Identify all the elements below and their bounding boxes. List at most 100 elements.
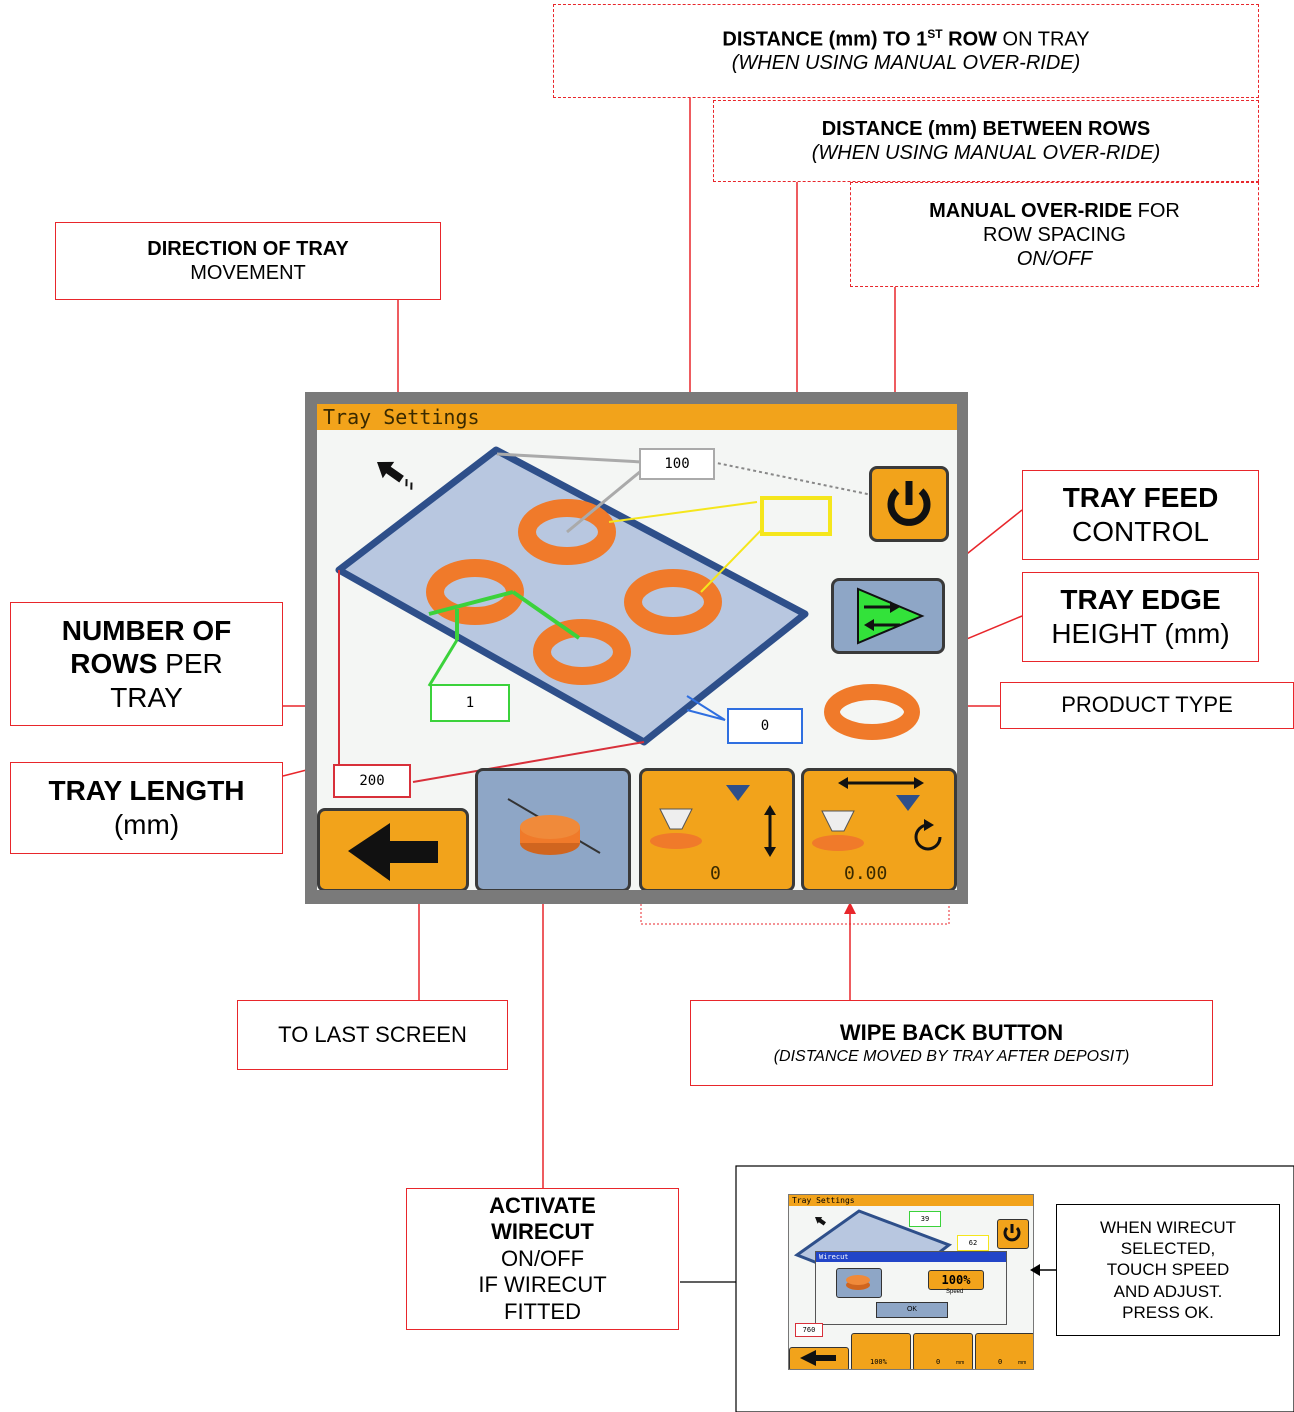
inset-screen: Tray Settings 39 62 Wirecut 100% Speed O… <box>788 1194 1034 1370</box>
callout-tray-feed: TRAY FEED CONTROL <box>1022 470 1259 560</box>
inset-unit-2: mm <box>956 1360 965 1366</box>
callout-first-row-bold2: ROW <box>942 28 997 51</box>
hmi-screen: Tray Settings 100 1 0 200 0 0.00 <box>317 404 957 890</box>
callout-wipe-back-bold: WIPE BACK BUTTON <box>839 1020 1064 1046</box>
tray-length-value: 200 <box>359 773 385 789</box>
back-button[interactable] <box>317 808 469 890</box>
callout-tray-feed-bold: TRAY FEED <box>1062 482 1219 514</box>
inset-dialog-title: Wirecut <box>816 1252 1006 1262</box>
callout-wipe-back: WIPE BACK BUTTON (DISTANCE MOVED BY TRAY… <box>690 1000 1213 1086</box>
first-row-distance-value: 100 <box>664 456 690 472</box>
product-type-ring <box>824 684 920 740</box>
inset-ok-button[interactable]: OK <box>876 1302 948 1318</box>
inset-bottom-value-2: 0 <box>936 1358 941 1366</box>
callout-manual-override-line2: ROW SPACING <box>983 223 1126 246</box>
callout-first-row-normal: ON TRAY <box>997 28 1090 51</box>
callout-tray-length-bold: TRAY LENGTH <box>48 775 245 807</box>
callout-tray-length-normal: (mm) <box>113 809 180 840</box>
back-arrow-icon <box>348 823 438 881</box>
row-spacing-field[interactable] <box>760 496 832 536</box>
callout-tray-edge-bold: TRAY EDGE <box>1060 584 1221 616</box>
tray-edge-height-value: 0 <box>760 718 770 734</box>
callout-rows-normal2: PER <box>157 648 223 680</box>
tray-feed-control-button[interactable] <box>831 578 945 654</box>
wirecut-icon <box>846 1275 870 1290</box>
tray-feed-icon <box>857 587 925 645</box>
callout-manual-override: MANUAL OVER-RIDE FOR ROW SPACING ON/OFF <box>850 182 1259 287</box>
callout-wirecut-l3: ON/OFF <box>500 1245 585 1271</box>
callout-wirecut: ACTIVATE WIRECUT ON/OFF IF WIRECUT FITTE… <box>406 1188 679 1330</box>
callout-between-rows-italic: (WHEN USING MANUAL OVER-RIDE) <box>811 142 1161 164</box>
inset-bottom-value-1: 100% <box>870 1358 887 1366</box>
inset-power-button <box>997 1219 1029 1249</box>
callout-last-screen: TO LAST SCREEN <box>237 1000 508 1070</box>
callout-first-row-italic: (WHEN USING MANUAL OVER-RIDE) <box>731 52 1081 75</box>
tray-length-field[interactable]: 200 <box>333 764 411 798</box>
callout-first-row: DISTANCE (mm) TO 1ST ROW ON TRAY (WHEN U… <box>553 4 1259 98</box>
manual-override-button[interactable] <box>869 466 949 542</box>
callout-tray-feed-normal: CONTROL <box>1072 516 1209 547</box>
inset-note-line-2: SELECTED, <box>1120 1239 1216 1259</box>
inset-spacing-field: 62 <box>957 1235 989 1251</box>
callout-wirecut-l5: FITTED <box>504 1298 581 1324</box>
tray-edge-height-field[interactable]: 0 <box>727 708 803 744</box>
callout-manual-override-italic: ON/OFF <box>1016 247 1093 270</box>
inset-note: WHEN WIRECUT SELECTED, TOUCH SPEED AND A… <box>1056 1204 1280 1336</box>
inset-length-field: 760 <box>795 1323 823 1337</box>
callout-between-rows-bold: DISTANCE (mm) BETWEEN ROWS <box>821 118 1151 140</box>
inset-note-line-5: PRESS OK. <box>1122 1302 1214 1322</box>
wirecut-icon <box>507 798 601 855</box>
first-row-distance-field[interactable]: 100 <box>639 448 715 480</box>
callout-first-row-sup: ST <box>927 26 943 41</box>
rows-per-tray-value: 1 <box>465 695 475 711</box>
callout-tray-length: TRAY LENGTH (mm) <box>10 762 283 854</box>
wipe-back-button[interactable]: 0.00 <box>801 768 957 890</box>
callout-tray-edge-normal: HEIGHT (mm) <box>1051 618 1230 649</box>
hmi-screen-frame: Tray Settings 100 1 0 200 0 0.00 <box>305 392 968 904</box>
inset-bottom-btn-2: 0 mm <box>913 1333 973 1369</box>
callout-product-type-normal: PRODUCT TYPE <box>1061 692 1233 718</box>
direction-arrow-icon <box>815 1217 826 1226</box>
callout-wipe-back-italic: (DISTANCE MOVED BY TRAY AFTER DEPOSIT) <box>773 1047 1130 1065</box>
callout-rows-normal3: TRAY <box>110 681 183 713</box>
callout-rows-bold1: NUMBER OF <box>61 614 232 646</box>
inset-note-line-1: WHEN WIRECUT <box>1100 1217 1236 1237</box>
callout-rows-bold2: ROWS <box>70 648 158 680</box>
power-icon <box>887 481 931 526</box>
inset-speed-label: Speed <box>946 1289 964 1295</box>
inset-speed-button[interactable]: 100% <box>928 1270 984 1290</box>
callout-direction-normal: MOVEMENT <box>190 262 306 284</box>
callout-product-type: PRODUCT TYPE <box>1000 682 1294 729</box>
callout-manual-override-bold: MANUAL OVER-RIDE <box>929 199 1133 222</box>
inset-unit-3: mm <box>1018 1360 1027 1366</box>
callout-tray-edge: TRAY EDGE HEIGHT (mm) <box>1022 572 1259 662</box>
inset-first-row-field: 39 <box>909 1211 941 1227</box>
inset-bottom-btn-1: 100% <box>851 1333 911 1369</box>
callout-wirecut-l4: IF WIRECUT <box>478 1272 607 1298</box>
inset-bottom-value-3: 0 <box>998 1358 1003 1366</box>
wipe-up-button[interactable]: 0 <box>639 768 795 890</box>
back-arrow-icon <box>800 1350 836 1366</box>
rows-per-tray-field[interactable]: 1 <box>430 684 510 722</box>
inset-note-line-3: TOUCH SPEED <box>1106 1260 1230 1280</box>
tray-shape <box>335 446 809 746</box>
callout-last-screen-normal: TO LAST SCREEN <box>278 1021 467 1047</box>
callout-wirecut-bold2: WIRECUT <box>491 1219 594 1245</box>
wipe-back-value: 0.00 <box>844 863 888 884</box>
power-icon <box>1003 1224 1021 1242</box>
wirecut-button[interactable] <box>475 768 631 890</box>
inset-wirecut-dialog: Wirecut 100% Speed OK <box>815 1251 1007 1325</box>
callout-direction-bold: DIRECTION OF TRAY <box>147 238 349 260</box>
callout-direction: DIRECTION OF TRAY MOVEMENT <box>55 222 441 300</box>
callout-rows: NUMBER OF ROWS PER TRAY <box>10 602 283 726</box>
inset-bottom-btn-3: 0 mm <box>975 1333 1033 1369</box>
inset-dialog-wirecut-icon <box>836 1268 882 1298</box>
callout-manual-override-normal: FOR <box>1132 199 1180 222</box>
callout-wirecut-bold1: ACTIVATE <box>489 1193 596 1219</box>
wipe-up-value: 0 <box>710 863 721 884</box>
callout-first-row-bold: DISTANCE (mm) TO 1 <box>722 28 928 51</box>
direction-arrow-icon <box>377 461 413 490</box>
inset-back-button <box>789 1347 849 1369</box>
inset-note-line-4: AND ADJUST. <box>1113 1281 1223 1301</box>
callout-between-rows: DISTANCE (mm) BETWEEN ROWS (WHEN USING M… <box>713 100 1259 182</box>
